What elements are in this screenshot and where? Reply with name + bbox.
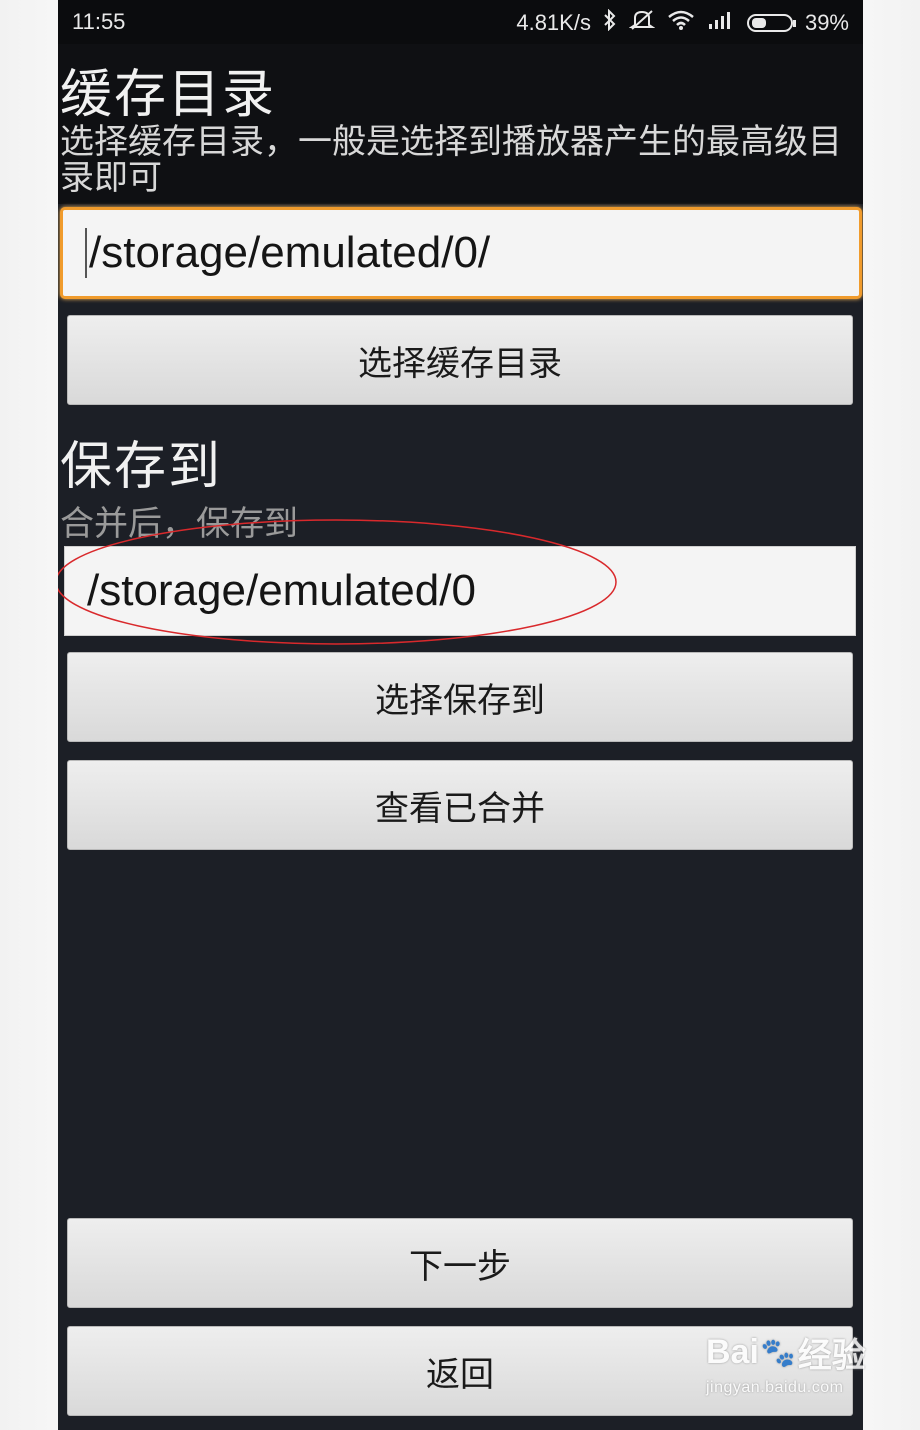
status-time: 11:55 — [72, 9, 126, 34]
mute-icon — [628, 9, 656, 37]
status-icons: 4.81K/s 39% — [516, 8, 849, 37]
battery-icon — [746, 14, 796, 32]
select-cache-dir-button[interactable]: 选择缓存目录 — [67, 315, 853, 405]
network-speed: 4.81K/s — [516, 10, 591, 35]
annotation-ellipse — [58, 519, 617, 645]
baidu-jingyan-watermark: Bai 🐾 经验 jingyan.baidu.com — [706, 1328, 866, 1418]
cache-dir-description: 选择缓存目录，一般是选择到播放器产生的最高级目录即可 — [60, 122, 842, 198]
select-save-to-button[interactable]: 选择保存到 — [67, 652, 853, 742]
save-to-title: 保存到 — [60, 437, 223, 497]
baidu-logo: Bai 🐾 经验 — [706, 1333, 866, 1375]
bluetooth-icon — [603, 8, 617, 37]
signal-icon — [707, 10, 735, 36]
view-merged-button[interactable]: 查看已合并 — [67, 760, 853, 850]
paw-icon: 🐾 — [760, 1337, 796, 1368]
cache-dir-value: /storage/emulated/0/ — [89, 228, 491, 277]
watermark-url: jingyan.baidu.com — [706, 1379, 844, 1396]
status-bar: 11:55 4.81K/s 39% — [58, 0, 863, 44]
battery-percent: 39% — [804, 10, 849, 35]
cache-dir-title: 缓存目录 — [60, 65, 277, 125]
app-screen: 11:55 4.81K/s 39% 缓存目录 选择缓存目录，一般是选择到播放器产… — [58, 0, 863, 1430]
text-cursor — [85, 228, 87, 278]
cache-dir-input[interactable]: /storage/emulated/0/ — [60, 207, 862, 299]
wifi-icon — [667, 9, 695, 37]
next-step-button[interactable]: 下一步 — [67, 1218, 853, 1308]
